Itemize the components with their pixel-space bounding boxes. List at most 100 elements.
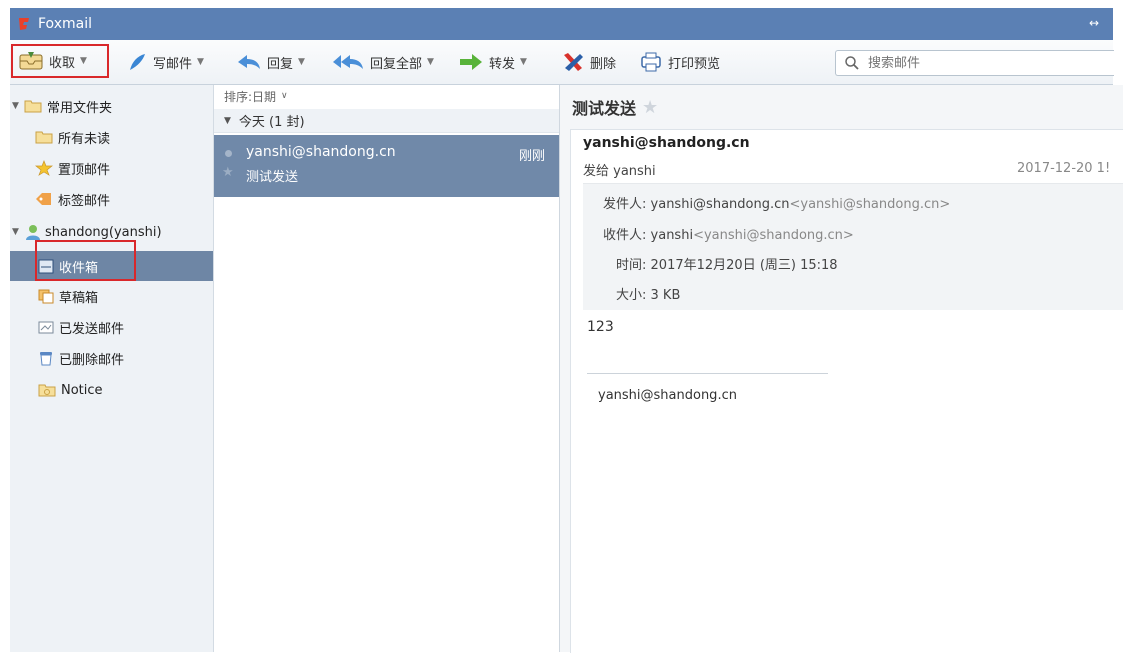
- recipient-line: 发给 yanshi: [583, 164, 656, 179]
- search-input[interactable]: [866, 54, 1110, 72]
- sent-icon: [38, 321, 54, 333]
- sort-control[interactable]: 排序:日期 ∨: [214, 85, 559, 107]
- folder-icon: [24, 100, 42, 113]
- drafts-icon: [38, 289, 54, 303]
- date-group-label: 今天 (1 封): [238, 115, 305, 130]
- print-preview-label: 打印预览: [668, 56, 721, 72]
- details-size: 大小: 3 KB: [616, 284, 680, 303]
- expand-triangle-icon[interactable]: ▼: [12, 227, 22, 237]
- unread-dot-icon[interactable]: [225, 150, 232, 157]
- account-label: shandong(yanshi): [45, 224, 162, 240]
- list-item[interactable]: yanshi@shandong.cn 刚刚 ★ 测试发送: [214, 135, 559, 197]
- from-label: 发件人:: [603, 197, 647, 212]
- reply-all-button[interactable]: 回复全部 ▼: [332, 49, 434, 75]
- search-box[interactable]: [835, 50, 1114, 76]
- from-address: <yanshi@shandong.cn>: [789, 197, 951, 212]
- subject-text: 测试发送: [572, 99, 637, 118]
- sidebar-item-label: 标签邮件: [58, 193, 111, 209]
- time-label: 时间:: [616, 258, 647, 273]
- receive-icon: [19, 52, 43, 70]
- common-folders-group[interactable]: ▼ 常用文件夹: [10, 91, 213, 121]
- star-icon: [35, 160, 53, 176]
- compose-label: 写邮件: [153, 56, 193, 72]
- common-folders-label: 常用文件夹: [47, 100, 113, 116]
- message-body: 123: [587, 319, 614, 335]
- chevron-down-icon[interactable]: ▼: [197, 57, 204, 67]
- message-details: 发件人: yanshi@shandong.cn<yanshi@shandong.…: [583, 183, 1123, 310]
- time-value: 2017年12月20日 (周三) 15:18: [650, 258, 838, 273]
- to-address: <yanshi@shandong.cn>: [693, 228, 854, 243]
- star-icon[interactable]: ★: [642, 97, 658, 118]
- reading-pane: 测试发送 ★ yanshi@shandong.cn 发给 yanshi 2017…: [560, 85, 1123, 653]
- notice-folder-icon: [38, 384, 56, 397]
- folder-icon: [35, 131, 53, 144]
- expand-triangle-icon[interactable]: ▼: [224, 116, 231, 126]
- size-label: 大小:: [616, 288, 647, 303]
- delete-label: 删除: [590, 56, 617, 72]
- forward-button[interactable]: 转发 ▼: [459, 49, 527, 75]
- search-icon: [845, 56, 859, 70]
- tag-icon: [36, 193, 51, 205]
- sidebar-item-label: Notice: [61, 382, 103, 398]
- mail-from: yanshi@shandong.cn: [246, 144, 396, 160]
- reply-label: 回复: [267, 56, 294, 72]
- app-title: Foxmail: [38, 16, 92, 32]
- sidebar-item-label: 置顶邮件: [58, 162, 111, 178]
- sidebar-item-label: 已发送邮件: [59, 321, 125, 337]
- signature-divider: [587, 373, 828, 374]
- sidebar-item-label: 已删除邮件: [59, 352, 125, 368]
- foxmail-logo-icon: [19, 18, 29, 30]
- title-bar: Foxmail ↔: [10, 8, 1113, 40]
- chevron-down-icon[interactable]: ▼: [520, 57, 527, 67]
- reply-all-label: 回复全部: [370, 56, 423, 72]
- forward-label: 转发: [489, 56, 516, 72]
- compose-icon: [130, 54, 145, 70]
- chevron-down-icon[interactable]: ▼: [80, 56, 87, 66]
- details-time: 时间: 2017年12月20日 (周三) 15:18: [616, 254, 838, 273]
- sidebar-item-drafts[interactable]: 草稿箱: [10, 281, 213, 311]
- message-card: yanshi@shandong.cn 发给 yanshi 2017-12-20 …: [570, 129, 1123, 653]
- receive-button[interactable]: 收取 ▼: [11, 44, 109, 78]
- date-group-header[interactable]: ▼ 今天 (1 封): [214, 109, 559, 133]
- sidebar-item-pinned[interactable]: 置顶邮件: [10, 153, 213, 183]
- mail-subject: 测试发送: [246, 170, 299, 185]
- chevron-down-icon[interactable]: ▼: [427, 57, 434, 67]
- sidebar-item-sent[interactable]: 已发送邮件: [10, 312, 213, 342]
- to-name[interactable]: yanshi: [651, 228, 694, 243]
- forward-icon: [460, 54, 482, 70]
- sidebar-item-all-unread[interactable]: 所有未读: [10, 122, 213, 152]
- delete-icon: [564, 53, 583, 71]
- account-icon: [26, 225, 40, 240]
- chevron-down-icon[interactable]: ∨: [281, 91, 288, 101]
- message-date: 2017-12-20 1!: [1017, 161, 1111, 176]
- trash-icon: [40, 351, 52, 365]
- sender-address[interactable]: yanshi@shandong.cn: [583, 135, 750, 151]
- delete-button[interactable]: 删除: [562, 49, 616, 75]
- highlight-box: [35, 240, 136, 281]
- sidebar-item-label: 所有未读: [58, 131, 111, 147]
- sidebar-item-trash[interactable]: 已删除邮件: [10, 343, 213, 373]
- reply-all-icon: [333, 55, 363, 69]
- mail-time: 刚刚: [518, 149, 545, 164]
- reply-button[interactable]: 回复 ▼: [237, 49, 305, 75]
- sort-label: 排序:日期: [224, 89, 277, 104]
- to-label: 收件人:: [603, 228, 647, 243]
- details-to: 收件人: yanshi<yanshi@shandong.cn>: [603, 224, 854, 243]
- sidebar-item-notice[interactable]: Notice: [10, 375, 213, 405]
- chevron-down-icon[interactable]: ▼: [298, 57, 305, 67]
- message-signature: yanshi@shandong.cn: [598, 388, 737, 403]
- star-icon[interactable]: ★: [222, 165, 234, 180]
- sidebar-item-tagged[interactable]: 标签邮件: [10, 184, 213, 214]
- from-name[interactable]: yanshi@shandong.cn: [651, 197, 790, 212]
- message-subject: 测试发送 ★: [572, 95, 658, 119]
- sidebar-item-label: 草稿箱: [59, 290, 99, 306]
- mail-list: 排序:日期 ∨ ▼ 今天 (1 封) yanshi@shandong.cn 刚刚…: [214, 85, 560, 652]
- print-icon: [641, 52, 661, 72]
- reply-icon: [238, 55, 260, 69]
- resize-icon[interactable]: ↔: [1089, 16, 1099, 30]
- folder-sidebar: ▼ 常用文件夹 所有未读 置顶邮件 标签邮件 ▼ shandong(yanshi…: [10, 85, 214, 652]
- receive-label: 收取: [49, 55, 76, 71]
- expand-triangle-icon[interactable]: ▼: [12, 101, 22, 111]
- print-preview-button[interactable]: 打印预览: [640, 49, 720, 75]
- compose-button[interactable]: 写邮件 ▼: [127, 49, 204, 75]
